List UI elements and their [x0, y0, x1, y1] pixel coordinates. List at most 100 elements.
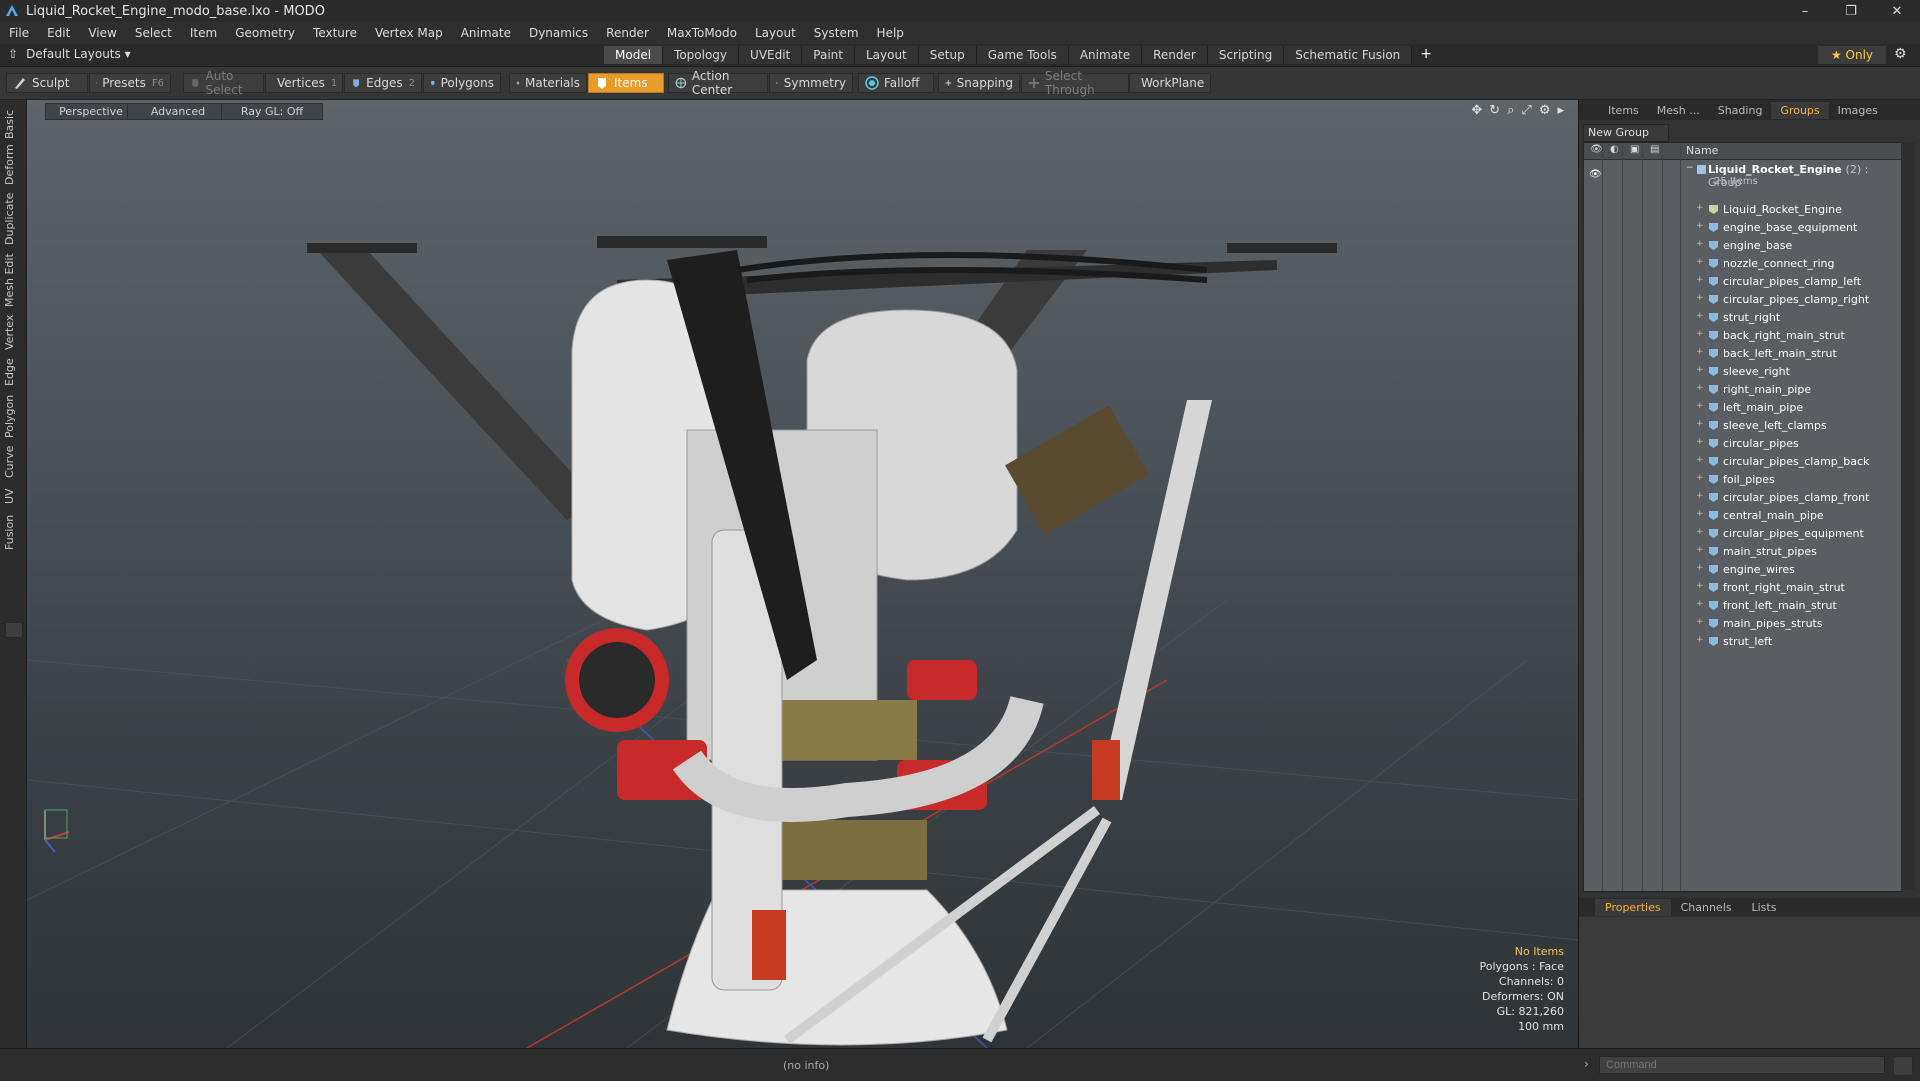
menu-select[interactable]: Select [126, 26, 181, 40]
items-button[interactable]: Items [588, 73, 664, 93]
tab-layout[interactable]: Layout [854, 46, 919, 64]
list-item[interactable]: + engine_wires [1584, 561, 1901, 579]
tab-animate[interactable]: Animate [1068, 46, 1143, 64]
tab-properties[interactable]: Properties [1595, 898, 1671, 916]
item-expand-icon[interactable]: + [1696, 329, 1704, 339]
list-item[interactable]: + back_right_main_strut [1584, 327, 1901, 345]
symmetry-button[interactable]: Symmetry [769, 73, 853, 93]
left-tab-edge[interactable]: Edge [3, 356, 23, 388]
move-icon[interactable]: ✥ [1471, 103, 1482, 118]
gear-icon[interactable]: ⚙ [1894, 46, 1907, 62]
menu-item[interactable]: Item [181, 26, 226, 40]
list-item[interactable]: + front_left_main_strut [1584, 597, 1901, 615]
item-expand-icon[interactable]: + [1696, 581, 1704, 591]
list-item[interactable]: + central_main_pipe [1584, 507, 1901, 525]
tab-scripting[interactable]: Scripting [1207, 46, 1285, 64]
polygons-button[interactable]: Polygons [423, 73, 501, 93]
list-item[interactable]: + circular_pipes_clamp_left [1584, 273, 1901, 291]
list-item[interactable]: + circular_pipes [1584, 435, 1901, 453]
view-mode-dropdown[interactable]: Perspective [45, 103, 137, 120]
item-expand-icon[interactable]: + [1696, 419, 1704, 429]
falloff-button[interactable]: Falloff [858, 73, 934, 93]
raygl-toggle[interactable]: Ray GL: Off [221, 103, 323, 120]
list-item[interactable]: + sleeve_left_clamps [1584, 417, 1901, 435]
tab-schematic-fusion[interactable]: Schematic Fusion [1284, 46, 1413, 64]
left-tab-basic[interactable]: Basic [3, 108, 23, 140]
list-item[interactable]: + sleeve_right [1584, 363, 1901, 381]
select-column-icon[interactable]: ▤ [1650, 144, 1659, 155]
left-tab-curve[interactable]: Curve [3, 444, 23, 480]
item-expand-icon[interactable]: + [1696, 275, 1704, 285]
item-expand-icon[interactable]: + [1696, 311, 1704, 321]
list-item[interactable]: + nozzle_connect_ring [1584, 255, 1901, 273]
left-tab-fusion[interactable]: Fusion [3, 512, 23, 552]
item-expand-icon[interactable]: + [1696, 347, 1704, 357]
tab-images[interactable]: Images [1829, 102, 1887, 119]
tab-groups[interactable]: Groups [1771, 101, 1829, 119]
list-item[interactable]: + back_left_main_strut [1584, 345, 1901, 363]
menu-file[interactable]: File [0, 26, 38, 40]
item-expand-icon[interactable]: + [1696, 527, 1704, 537]
tab-lists[interactable]: Lists [1742, 899, 1787, 916]
item-expand-icon[interactable]: + [1696, 599, 1704, 609]
tab-channels[interactable]: Channels [1671, 899, 1742, 916]
snapping-button[interactable]: Snapping [938, 73, 1020, 93]
groups-scrollbar[interactable] [1901, 142, 1915, 890]
tab-mesh[interactable]: Mesh ... [1648, 102, 1709, 119]
list-item[interactable]: + foil_pipes [1584, 471, 1901, 489]
list-item[interactable]: + circular_pipes_clamp_front [1584, 489, 1901, 507]
maximize-button[interactable]: ❐ [1828, 4, 1874, 19]
presets-button[interactable]: Presets F6 [89, 73, 171, 93]
item-expand-icon[interactable]: + [1696, 239, 1704, 249]
item-expand-icon[interactable]: + [1696, 257, 1704, 267]
item-expand-icon[interactable]: + [1696, 509, 1704, 519]
item-expand-icon[interactable]: + [1696, 617, 1704, 627]
item-expand-icon[interactable]: + [1696, 365, 1704, 375]
menu-geometry[interactable]: Geometry [226, 26, 304, 40]
left-tab-uv[interactable]: UV [3, 484, 23, 508]
item-expand-icon[interactable]: + [1696, 383, 1704, 393]
list-item[interactable]: + circular_pipes_clamp_right [1584, 291, 1901, 309]
add-tab-button[interactable]: + [1412, 46, 1440, 64]
only-toggle[interactable]: ★ Only [1818, 46, 1886, 64]
left-tab-duplicate[interactable]: Duplicate [3, 190, 23, 248]
new-group-button[interactable]: New Group [1583, 124, 1669, 142]
left-tab-deform[interactable]: Deform [3, 144, 23, 186]
left-panel-toggle[interactable] [5, 622, 23, 638]
command-history-button[interactable] [1893, 1056, 1913, 1076]
rotate-icon[interactable]: ↻ [1489, 103, 1500, 118]
menu-texture[interactable]: Texture [304, 26, 366, 40]
list-item[interactable]: + main_strut_pipes [1584, 543, 1901, 561]
list-item[interactable]: + strut_left [1584, 633, 1901, 651]
item-expand-icon[interactable]: + [1696, 455, 1704, 465]
auto-select-button[interactable]: Auto Select [183, 69, 264, 97]
tab-render[interactable]: Render [1142, 46, 1208, 64]
more-icon[interactable]: ▸ [1557, 103, 1564, 118]
tab-uvedit[interactable]: UVEdit [739, 46, 803, 64]
workplane-button[interactable]: WorkPlane [1129, 73, 1211, 93]
tab-model[interactable]: Model [604, 46, 664, 64]
menu-view[interactable]: View [79, 26, 125, 40]
list-item[interactable]: + engine_base_equipment [1584, 219, 1901, 237]
menu-render[interactable]: Render [597, 26, 658, 40]
tab-items[interactable]: Items [1599, 102, 1648, 119]
list-item[interactable]: + circular_pipes_equipment [1584, 525, 1901, 543]
item-expand-icon[interactable]: + [1696, 635, 1704, 645]
item-expand-icon[interactable]: + [1696, 203, 1704, 213]
item-expand-icon[interactable]: + [1696, 293, 1704, 303]
fit-icon[interactable]: ⤢ [1521, 103, 1531, 118]
tab-game-tools[interactable]: Game Tools [976, 46, 1069, 64]
menu-dynamics[interactable]: Dynamics [520, 26, 597, 40]
name-column-header[interactable]: Name [1686, 144, 1718, 157]
list-item[interactable]: + main_pipes_struts [1584, 615, 1901, 633]
settings-icon[interactable]: ⚙ [1539, 103, 1551, 118]
zoom-icon[interactable]: ⌕ [1507, 103, 1514, 118]
item-expand-icon[interactable]: + [1696, 473, 1704, 483]
materials-button[interactable]: Materials [509, 73, 587, 93]
left-tab-mesh-edit[interactable]: Mesh Edit [3, 252, 23, 308]
menu-system[interactable]: System [805, 26, 868, 40]
list-item[interactable]: + Liquid_Rocket_Engine [1584, 201, 1901, 219]
left-tab-vertex[interactable]: Vertex [3, 312, 23, 352]
group-expand-icon[interactable]: − [1686, 163, 1694, 173]
list-item[interactable]: + strut_right [1584, 309, 1901, 327]
